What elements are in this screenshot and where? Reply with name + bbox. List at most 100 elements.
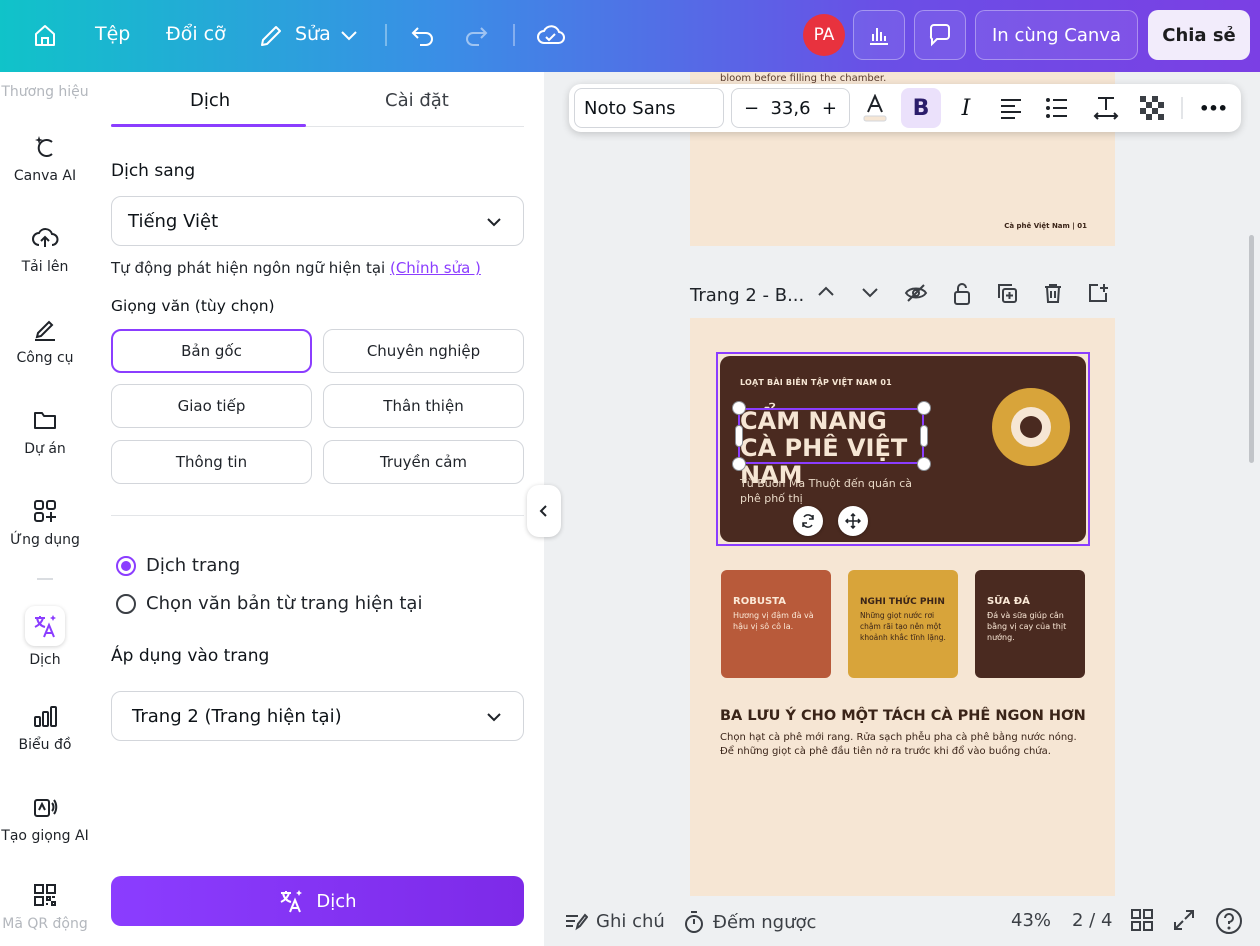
separator (385, 24, 387, 46)
trash-icon[interactable] (1042, 282, 1064, 308)
rotate-handle[interactable] (793, 506, 823, 536)
rail-item-charts[interactable]: Biểu đồ (0, 703, 90, 753)
tab-settings[interactable]: Cài đặt (385, 90, 449, 111)
collapse-panel-button[interactable] (527, 485, 561, 537)
section-divider (111, 515, 524, 516)
rail-item-tools[interactable]: Công cụ (0, 316, 90, 366)
translate-icon (280, 890, 303, 913)
translate-button-label: Dịch (316, 890, 357, 912)
scope-page-radio[interactable]: Dịch trang (116, 555, 240, 576)
font-size-input[interactable]: 33,6 (770, 98, 810, 119)
resize-handle[interactable] (732, 457, 746, 471)
page-counter[interactable]: 2 / 4 (1072, 910, 1112, 931)
spacing-button[interactable] (1086, 88, 1126, 128)
resize-handle[interactable] (917, 401, 931, 415)
edit-menu[interactable]: Sửa (295, 23, 331, 45)
insights-button[interactable] (853, 10, 905, 60)
rail-item-apps[interactable]: Ứng dụng (0, 498, 90, 548)
rail-label: Thương hiệu (1, 84, 89, 100)
file-menu[interactable]: Tệp (95, 23, 130, 45)
rail-item-upload[interactable]: Tải lên (0, 225, 90, 275)
page-2[interactable]: LOẠT BÀI BIÊN TẬP VIỆT NAM 01 CẨM NANG C… (690, 318, 1115, 896)
share-button[interactable]: Chia sẻ (1148, 10, 1250, 60)
section-title[interactable]: BA LƯU Ý CHO MỘT TÁCH CÀ PHÊ NGON HƠN (720, 708, 1086, 724)
chevron-down-icon[interactable] (340, 28, 358, 47)
rail-item-brand[interactable]: Thương hiệu (0, 84, 90, 100)
section-text[interactable]: Chọn hạt cà phê mới rang. Rửa sạch phễu … (720, 731, 1080, 759)
help-icon[interactable] (1215, 907, 1243, 935)
grid-view-icon[interactable] (1130, 908, 1154, 932)
side-handle[interactable] (735, 425, 743, 447)
transparency-button[interactable] (1132, 88, 1172, 128)
font-family-select[interactable]: Noto Sans (574, 88, 724, 128)
card-robusta[interactable]: ROBUSTA Hương vị đậm đà và hậu vị sô cô … (721, 570, 831, 678)
resize-menu[interactable]: Đổi cỡ (166, 23, 226, 45)
rail-item-canva-ai[interactable]: Canva AI (0, 134, 90, 184)
move-icon (845, 513, 861, 529)
fullscreen-icon[interactable] (1172, 908, 1196, 932)
card-sua-da[interactable]: SỮA ĐÁ Đá và sữa giúp cân bằng vị cay củ… (975, 570, 1085, 678)
radio-label: Dịch trang (146, 555, 241, 576)
tone-professional-button[interactable]: Chuyên nghiệp (323, 329, 524, 373)
rail-label: Dịch (29, 652, 61, 668)
translate-icon (34, 615, 56, 638)
tone-informative-button[interactable]: Thông tin (111, 440, 312, 484)
side-handle[interactable] (920, 425, 928, 447)
unlock-icon[interactable] (951, 282, 973, 310)
page-title[interactable]: Trang 2 - B... (690, 285, 804, 306)
home-icon[interactable] (32, 23, 58, 53)
pencil-icon[interactable] (258, 23, 284, 53)
notes-label: Ghi chú (596, 910, 665, 932)
scope-text-radio[interactable]: Chọn văn bản từ trang hiện tại (116, 593, 422, 614)
comments-button[interactable] (914, 10, 966, 60)
tone-casual-button[interactable]: Giao tiếp (111, 384, 312, 428)
rail-item-projects[interactable]: Dự án (0, 407, 90, 457)
text-color-button[interactable] (855, 88, 895, 128)
timer-button[interactable]: Đếm ngược (683, 910, 816, 934)
duplicate-icon[interactable] (996, 282, 1018, 308)
add-page-icon[interactable] (1087, 282, 1109, 308)
tone-original-button[interactable]: Bản gốc (111, 329, 312, 373)
rail-item-ai-voice[interactable]: Tạo giọng AI (0, 794, 90, 844)
chevron-down-icon[interactable] (860, 282, 880, 306)
resize-handle[interactable] (732, 401, 746, 415)
align-button[interactable] (991, 88, 1031, 128)
sparkle-c-icon (35, 136, 53, 157)
edit-language-link[interactable]: (Chỉnh sửa ) (390, 259, 481, 277)
apply-page-select[interactable]: Trang 2 (Trang hiện tại) (111, 691, 524, 741)
decrease-size-button[interactable]: − (744, 98, 759, 119)
rail-label: Mã QR động (2, 916, 88, 932)
canvas-scrollbar[interactable] (1249, 235, 1254, 463)
move-handle[interactable] (838, 506, 868, 536)
italic-button[interactable]: I (946, 88, 986, 128)
tone-inspiring-button[interactable]: Truyền cảm (323, 440, 524, 484)
undo-icon[interactable] (410, 22, 436, 52)
increase-size-button[interactable]: + (822, 98, 837, 119)
translate-button[interactable]: Dịch (111, 876, 524, 926)
bold-button[interactable]: B (901, 88, 941, 128)
hide-icon[interactable] (904, 282, 928, 308)
rail-item-translate[interactable]: Dịch (0, 606, 90, 668)
rail-label: Canva AI (13, 168, 77, 184)
auto-detect-text: Tự động phát hiện ngôn ngữ hiện tại (Chỉ… (111, 259, 481, 277)
notes-button[interactable]: Ghi chú (564, 910, 665, 932)
redo-icon[interactable] (463, 22, 489, 52)
bottom-bar: Ghi chú Đếm ngược 43% 2 / 4 (544, 896, 1260, 946)
rail-item-qr[interactable]: Mã QR động (0, 882, 90, 932)
resize-handle[interactable] (917, 457, 931, 471)
cloud-saved-icon[interactable] (536, 22, 566, 52)
rail-label: Tạo giọng AI (1, 828, 89, 844)
draw-tool-icon (35, 320, 55, 341)
target-language-select[interactable]: Tiếng Việt (111, 196, 524, 246)
chevron-up-icon[interactable] (816, 282, 836, 306)
card-title: ROBUSTA (733, 596, 786, 607)
avatar[interactable]: PA (803, 14, 845, 56)
more-options-button[interactable]: ••• (1193, 88, 1233, 128)
tone-friendly-button[interactable]: Thân thiện (323, 384, 524, 428)
zoom-level[interactable]: 43% (1011, 910, 1051, 931)
card-text: Hương vị đậm đà và hậu vị sô cô la. (733, 611, 814, 631)
card-phin[interactable]: NGHI THỨC PHIN Những giọt nước rơi chậm … (848, 570, 958, 678)
list-button[interactable] (1037, 88, 1077, 128)
print-button[interactable]: In cùng Canva (975, 10, 1138, 60)
tab-translate[interactable]: Dịch (190, 90, 230, 111)
